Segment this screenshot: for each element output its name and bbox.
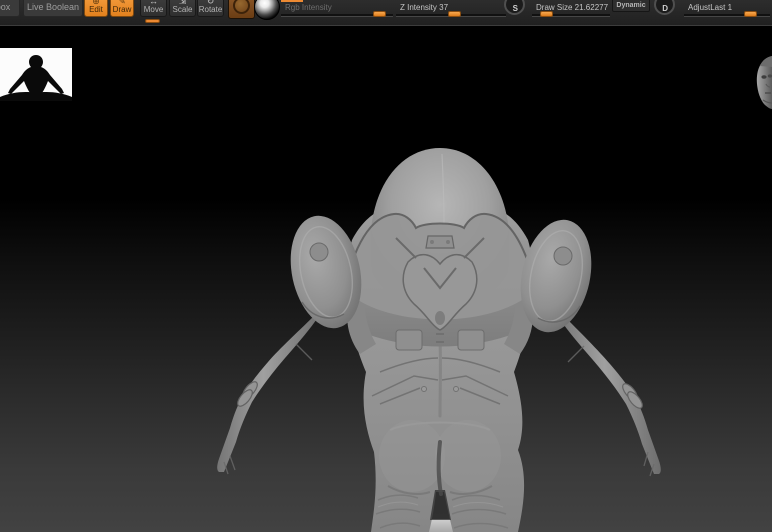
adjust-last-shortcut-icon[interactable]: ↷ D [654, 0, 676, 15]
current-brush-button[interactable] [228, 0, 255, 19]
shortcut-s-label: S [512, 4, 518, 13]
adjust-last-handle[interactable] [744, 11, 757, 17]
rotate-label: Rotate [198, 5, 223, 14]
adjust-last-slider[interactable]: AdjustLast 1 [684, 0, 770, 20]
lightbox-button[interactable]: box [0, 0, 20, 17]
dynamic-button[interactable]: Dynamic [612, 0, 650, 12]
live-boolean-button[interactable]: Live Boolean [23, 0, 83, 17]
scale-label: Scale [172, 5, 193, 14]
rotate-button[interactable]: ↻ Rotate [197, 0, 224, 17]
move-label: Move [143, 5, 164, 14]
brush-stroke-icon [233, 0, 250, 14]
shortcut-arrow-icon: ↷ [669, 0, 676, 1]
move-button[interactable]: ↔ Move [140, 0, 167, 17]
shortcut-d-label: D [662, 4, 668, 13]
adjust-last-label: AdjustLast 1 [688, 3, 733, 12]
tool-face-preview [755, 54, 772, 110]
lightbox-label: box [0, 2, 11, 12]
dynamic-label: Dynamic [616, 2, 646, 9]
z-intensity-handle[interactable] [448, 11, 461, 17]
current-material-button[interactable] [254, 0, 280, 20]
top-shelf: box Live Boolean ⊕ Edit ✎ Draw ↔ Move ⇲ … [0, 0, 772, 26]
z-intensity-label: Z Intensity 37 [400, 3, 449, 12]
draw-label: Draw [112, 5, 132, 14]
sculpt-model[interactable] [0, 26, 772, 532]
shortcut-arrow-icon: ↷ [519, 0, 526, 1]
toolbar-drag-indicator [145, 19, 160, 23]
draw-size-slider[interactable]: Draw Size 21.62277 [532, 0, 610, 20]
scale-button[interactable]: ⇲ Scale [169, 0, 196, 17]
character-silhouette-icon [0, 48, 72, 101]
rgb-intensity-slider[interactable]: Rgb Intensity [281, 0, 393, 20]
sculpt-face-icon [756, 56, 772, 109]
rgb-intensity-handle[interactable] [373, 11, 386, 17]
draw-button[interactable]: ✎ Draw [110, 0, 134, 17]
adjust-last-track [684, 14, 770, 17]
z-intensity-slider[interactable]: Z Intensity 37 [396, 0, 506, 20]
edit-label: Edit [89, 5, 103, 14]
edit-button[interactable]: ⊕ Edit [84, 0, 108, 17]
live-boolean-label: Live Boolean [26, 2, 80, 12]
viewport-canvas[interactable] [0, 26, 772, 532]
draw-size-handle[interactable] [540, 11, 553, 17]
rgb-intensity-label: Rgb Intensity [285, 3, 332, 12]
draw-size-shortcut-icon[interactable]: ↷ S [504, 0, 526, 15]
document-preview-thumbnail [0, 48, 72, 101]
